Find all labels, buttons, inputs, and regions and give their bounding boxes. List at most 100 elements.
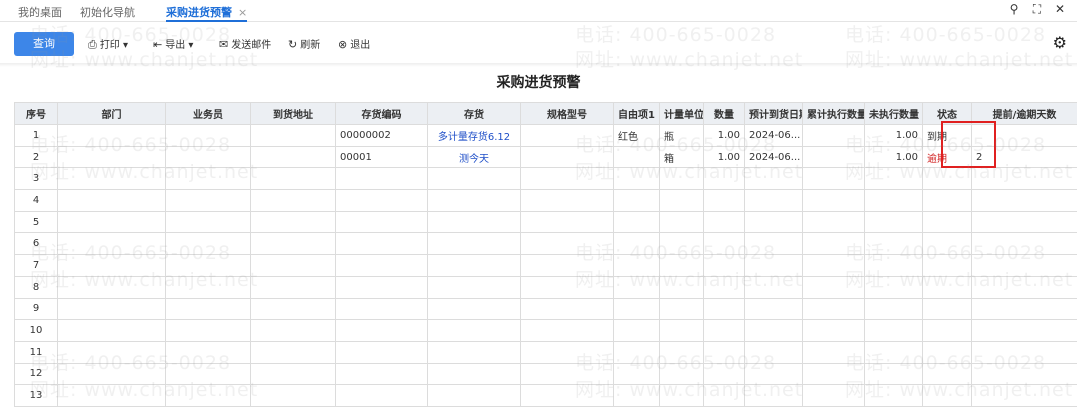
spec-cell[interactable]: [520, 340, 614, 364]
tab-init-guide[interactable]: 初始化导航: [80, 4, 135, 22]
executed-qty-cell[interactable]: [802, 384, 865, 407]
remaining-qty-cell[interactable]: [864, 297, 923, 321]
status-cell[interactable]: [922, 297, 972, 321]
remaining-qty-cell[interactable]: [864, 384, 923, 407]
address-cell[interactable]: [250, 319, 336, 342]
executed-qty-cell[interactable]: [802, 340, 865, 364]
spec-cell[interactable]: [520, 319, 614, 342]
free-item-cell[interactable]: [613, 167, 660, 191]
executed-qty-cell[interactable]: [802, 210, 865, 234]
address-cell[interactable]: [250, 297, 336, 321]
status-cell[interactable]: [922, 319, 972, 342]
refresh-button[interactable]: ↻ 刷新: [288, 36, 320, 51]
item-cell[interactable]: 测今天: [427, 145, 521, 169]
days-cell[interactable]: [971, 362, 1077, 386]
item-cell[interactable]: [427, 167, 521, 191]
department-cell[interactable]: [57, 275, 166, 299]
spec-cell[interactable]: [520, 167, 614, 191]
close-window-icon[interactable]: ✕: [1052, 2, 1068, 16]
department-cell[interactable]: [57, 340, 166, 364]
item-cell[interactable]: [427, 232, 521, 256]
staff-cell[interactable]: [165, 275, 251, 299]
days-cell[interactable]: [971, 340, 1077, 364]
remaining-qty-cell[interactable]: [864, 189, 923, 212]
query-button[interactable]: 查询: [14, 32, 74, 56]
item-cell[interactable]: [427, 319, 521, 342]
remaining-qty-cell[interactable]: [864, 210, 923, 234]
row-number[interactable]: 1: [14, 124, 58, 147]
quantity-cell[interactable]: [703, 275, 745, 299]
column-header[interactable]: 数量: [703, 102, 745, 125]
staff-cell[interactable]: [165, 254, 251, 277]
unit-cell[interactable]: 瓶: [659, 124, 704, 147]
spec-cell[interactable]: [520, 145, 614, 169]
address-cell[interactable]: [250, 124, 336, 147]
unit-cell[interactable]: [659, 340, 704, 364]
item-cell[interactable]: [427, 275, 521, 299]
free-item-cell[interactable]: [613, 297, 660, 321]
department-cell[interactable]: [57, 319, 166, 342]
staff-cell[interactable]: [165, 124, 251, 147]
column-header[interactable]: 自由项1: [613, 102, 660, 125]
quantity-cell[interactable]: [703, 232, 745, 256]
column-header[interactable]: 部门: [57, 102, 166, 125]
row-number[interactable]: 7: [14, 254, 58, 277]
days-cell[interactable]: [971, 189, 1077, 212]
item-code-cell[interactable]: [335, 254, 428, 277]
executed-qty-cell[interactable]: [802, 275, 865, 299]
remaining-qty-cell[interactable]: 1.00: [864, 124, 923, 147]
close-tab-icon[interactable]: ×: [238, 6, 247, 19]
unit-cell[interactable]: [659, 167, 704, 191]
remaining-qty-cell[interactable]: [864, 319, 923, 342]
quantity-cell[interactable]: [703, 254, 745, 277]
remaining-qty-cell[interactable]: [864, 254, 923, 277]
staff-cell[interactable]: [165, 189, 251, 212]
address-cell[interactable]: [250, 340, 336, 364]
row-number[interactable]: 2: [14, 145, 58, 169]
row-number[interactable]: 6: [14, 232, 58, 256]
status-cell[interactable]: [922, 167, 972, 191]
item-code-cell[interactable]: 00000002: [335, 124, 428, 147]
item-cell[interactable]: [427, 384, 521, 407]
row-number[interactable]: 13: [14, 384, 58, 407]
days-cell[interactable]: [971, 167, 1077, 191]
row-number[interactable]: 9: [14, 297, 58, 321]
address-cell[interactable]: [250, 275, 336, 299]
unit-cell[interactable]: [659, 384, 704, 407]
status-cell[interactable]: [922, 384, 972, 407]
column-header[interactable]: 存货编码: [335, 102, 428, 125]
row-number[interactable]: 10: [14, 319, 58, 342]
address-cell[interactable]: [250, 167, 336, 191]
department-cell[interactable]: [57, 145, 166, 169]
spec-cell[interactable]: [520, 297, 614, 321]
executed-qty-cell[interactable]: [802, 189, 865, 212]
table-row[interactable]: 7: [14, 254, 1077, 277]
quantity-cell[interactable]: [703, 340, 745, 364]
maximize-icon[interactable]: ⛶: [1029, 2, 1045, 17]
days-cell[interactable]: [971, 254, 1077, 277]
days-cell[interactable]: [971, 232, 1077, 256]
staff-cell[interactable]: [165, 232, 251, 256]
gear-icon[interactable]: ⚙: [1053, 33, 1067, 52]
expected-date-cell[interactable]: [744, 210, 803, 234]
quantity-cell[interactable]: [703, 210, 745, 234]
item-code-cell[interactable]: 00001: [335, 145, 428, 169]
remaining-qty-cell[interactable]: [864, 340, 923, 364]
spec-cell[interactable]: [520, 124, 614, 147]
expected-date-cell[interactable]: [744, 167, 803, 191]
column-header[interactable]: 预计到货日期: [744, 102, 803, 125]
search-icon[interactable]: ⚲: [1006, 2, 1022, 16]
column-header[interactable]: 计量单位: [659, 102, 704, 125]
unit-cell[interactable]: [659, 319, 704, 342]
item-code-cell[interactable]: [335, 167, 428, 191]
print-button[interactable]: ⎙ 打印 ▾: [88, 36, 128, 52]
table-row[interactable]: 13: [14, 384, 1077, 407]
unit-cell[interactable]: [659, 297, 704, 321]
tab-my-desktop[interactable]: 我的桌面: [18, 4, 62, 22]
remaining-qty-cell[interactable]: 1.00: [864, 145, 923, 169]
staff-cell[interactable]: [165, 167, 251, 191]
column-header[interactable]: 业务员: [165, 102, 251, 125]
expected-date-cell[interactable]: [744, 254, 803, 277]
status-cell[interactable]: [922, 362, 972, 386]
staff-cell[interactable]: [165, 145, 251, 169]
